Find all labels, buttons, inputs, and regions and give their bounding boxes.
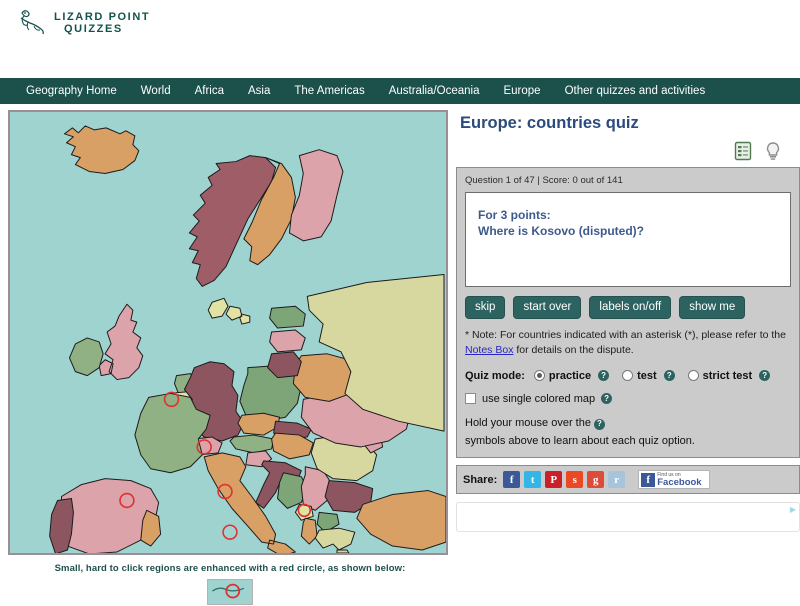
quiz-buttons: skip start over labels on/off show me <box>465 296 791 320</box>
single-colored-map-label: use single colored map <box>482 392 596 405</box>
help-icon-inline: ? <box>593 418 605 430</box>
question-area: For 3 points: Where is Kosovo (disputed)… <box>465 192 791 287</box>
lightbulb-icon[interactable] <box>764 141 782 161</box>
googleplus-share-icon[interactable]: g <box>587 471 605 489</box>
site-header: LIZARD POINT QUIZZES <box>0 0 800 78</box>
ad-choices-icon[interactable]: ▶ <box>790 505 796 514</box>
hint-before: Hold your mouse over the <box>465 416 591 429</box>
help-icon-test[interactable]: ? <box>663 370 675 382</box>
logo-text: LIZARD POINT QUIZZES <box>54 11 150 36</box>
facebook-badge-icon: f <box>641 472 656 487</box>
label-mode-strict-test[interactable]: strict test <box>703 370 753 382</box>
sample-highlight-image <box>207 579 253 605</box>
quiz-tool-icons <box>456 139 800 163</box>
lizard-icon <box>20 10 44 35</box>
start-over-button[interactable]: start over <box>513 296 582 320</box>
map-caption: Small, hard to click regions are enhance… <box>54 563 406 574</box>
europe-map[interactable] <box>8 110 448 555</box>
help-hint-text: Hold your mouse over the ? symbols above… <box>465 416 791 449</box>
share-bar: Share: ftPsgr f Find us on Facebook <box>456 465 800 495</box>
single-colored-map-row: use single colored map ? <box>465 393 791 405</box>
nav-item-asia[interactable]: Asia <box>236 85 282 97</box>
quiz-mode-row: Quiz mode: practice? test? strict test? <box>465 370 791 382</box>
label-mode-test[interactable]: test <box>637 370 657 382</box>
quiz-panel: Question 1 of 47 | Score: 0 out of 141 F… <box>456 167 800 459</box>
question-text: Where is Kosovo (disputed)? <box>478 224 645 239</box>
stumbleupon-share-icon[interactable]: s <box>566 471 584 489</box>
hint-after: symbols above to learn about each quiz o… <box>465 434 695 447</box>
reddit-share-icon[interactable]: r <box>608 471 626 489</box>
show-me-button[interactable]: show me <box>679 296 746 320</box>
quiz-status: Question 1 of 47 | Score: 0 out of 141 <box>465 175 623 186</box>
nav-item-europe[interactable]: Europe <box>491 85 552 97</box>
nav-item-africa[interactable]: Africa <box>183 85 236 97</box>
facebook-badge-line2: Facebook <box>657 476 702 488</box>
facebook-share-icon[interactable]: f <box>503 471 521 489</box>
main-content: Small, hard to click regions are enhance… <box>0 104 800 605</box>
help-icon-single-map[interactable]: ? <box>601 393 613 405</box>
nav-item-other-quizzes-and-activities[interactable]: Other quizzes and activities <box>553 85 718 97</box>
radio-test[interactable] <box>622 370 634 382</box>
twitter-share-icon[interactable]: t <box>524 471 542 489</box>
find-us-on-facebook-badge[interactable]: f Find us on Facebook <box>638 470 711 490</box>
note-suffix: for details on the dispute. <box>513 343 634 356</box>
page-title: Europe: countries quiz <box>460 114 639 132</box>
labels-toggle-button[interactable]: labels on/off <box>589 296 672 320</box>
region-estonia[interactable] <box>269 305 306 329</box>
note-prefix: * Note: For countries indicated with an … <box>465 329 786 342</box>
label-mode-practice[interactable]: practice <box>549 370 591 382</box>
nav-item-australia-oceania[interactable]: Australia/Oceania <box>377 85 492 97</box>
nav-item-geography-home[interactable]: Geography Home <box>14 85 129 97</box>
logo-line-1: LIZARD POINT <box>54 10 151 23</box>
help-icon-practice[interactable]: ? <box>598 370 610 382</box>
notes-box-link[interactable]: Notes Box <box>465 344 513 356</box>
region-latvia[interactable] <box>269 329 306 353</box>
radio-practice[interactable] <box>533 370 545 382</box>
question-points: For 3 points: <box>478 208 551 222</box>
advertisement-placeholder[interactable]: ▶ <box>456 502 800 533</box>
quiz-column: Europe: countries quiz Question 1 of 47 … <box>452 110 800 533</box>
site-logo[interactable]: LIZARD POINT QUIZZES <box>14 6 150 40</box>
share-icon-list: ftPsgr <box>503 471 626 489</box>
sample-highlight-svg <box>212 583 245 599</box>
asterisk-note: * Note: For countries indicated with an … <box>465 328 791 356</box>
single-colored-map-checkbox[interactable] <box>465 393 476 405</box>
nav-item-the-americas[interactable]: The Americas <box>282 85 376 97</box>
radio-strict-test[interactable] <box>687 370 699 382</box>
share-label: Share: <box>463 473 498 486</box>
nav-item-world[interactable]: World <box>129 85 183 97</box>
help-icon-strict-test[interactable]: ? <box>759 370 771 382</box>
main-navigation: Geography Home World Africa Asia The America… <box>0 78 800 104</box>
map-svg[interactable] <box>10 112 446 553</box>
pinterest-share-icon[interactable]: P <box>545 471 563 489</box>
notes-document-icon[interactable] <box>734 141 752 161</box>
quiz-mode-label: Quiz mode: <box>465 369 525 382</box>
skip-button[interactable]: skip <box>465 296 506 320</box>
map-column: Small, hard to click regions are enhance… <box>0 110 452 605</box>
logo-line-2: QUIZZES <box>64 23 123 35</box>
